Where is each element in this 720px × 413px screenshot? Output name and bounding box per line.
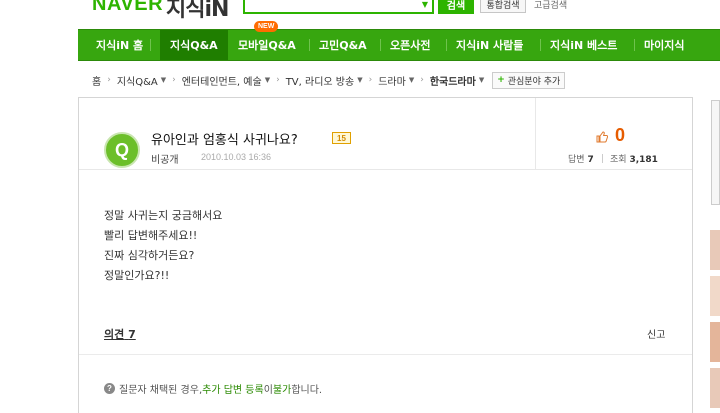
body-line: 정말 사귀는지 궁금해서요 (104, 209, 223, 222)
naver-logo[interactable]: NAVER (92, 0, 163, 16)
side-ad-image[interactable] (710, 230, 720, 413)
add-interest-button[interactable]: + 관심분야 추가 (492, 71, 566, 89)
question-header: Q 유아인과 엄홍식 사귀나요? 15 비공개 2010.10.03 16:36… (79, 98, 692, 170)
nav-item-people[interactable]: 지식iN 사람들 (456, 30, 523, 60)
author-name: 비공개 (151, 155, 179, 166)
main-nav: 지식iN 홈 지식Q&A 모바일Q&A 고민Q&A 오픈사전 지식iN 사람들 … (78, 29, 720, 61)
caret-down-icon: ▼ (160, 76, 167, 84)
answers-label: 답변 (568, 155, 585, 165)
views-label: 조회 (610, 155, 627, 165)
new-badge: NEW (254, 21, 279, 32)
question-q-avatar: Q (104, 132, 140, 168)
adoption-notice: ? 질문자 채택된 경우, 추가 답변 등록 이 불가 합니다. (104, 381, 322, 396)
caret-down-icon: ▼ (357, 76, 363, 84)
question-body: 정말 사귀는지 궁금해서요 빨리 답변해주세요!! 진짜 심각하거든요? 정말인… (104, 206, 222, 286)
post-date: 2010.10.03 16:36 (201, 152, 272, 162)
nav-separator (309, 39, 310, 51)
nav-item-open-dictionary[interactable]: 오픈사전 (390, 30, 430, 60)
jisik-in-logo[interactable]: 지식iN (166, 0, 229, 23)
comments-count: 7 (128, 328, 136, 341)
nav-item-qna[interactable]: 지식Q&A (160, 30, 228, 60)
chevron-down-icon[interactable]: ▼ (418, 0, 434, 14)
breadcrumb-separator: › (172, 75, 176, 85)
breadcrumb-label: 드라마 (378, 76, 406, 88)
notice-emphasis: 불가 (272, 385, 292, 396)
thumb-up-icon[interactable] (596, 131, 608, 143)
body-line: 진짜 심각하거든요? (104, 249, 195, 262)
breadcrumb-korean-drama[interactable]: 한국드라마 ▼ (430, 73, 484, 88)
breadcrumb-drama[interactable]: 드라마 ▼ (378, 73, 414, 88)
breadcrumb-separator: › (368, 75, 373, 85)
notice-text: 이 (263, 385, 273, 396)
nav-separator (380, 39, 381, 51)
integrated-search-button[interactable]: 통합검색 (480, 0, 526, 13)
answers-count: 7 (587, 155, 594, 165)
breadcrumb-tv-radio[interactable]: TV, 라디오 방송 ▼ (286, 73, 363, 88)
nav-item-gomin-qna[interactable]: 고민Q&A (319, 30, 367, 60)
nav-item-best[interactable]: 지식iN 베스트 (550, 30, 617, 60)
nav-separator (150, 39, 151, 51)
body-line: 빨리 답변해주세요!! (104, 229, 198, 242)
question-card: Q 유아인과 엄홍식 사귀나요? 15 비공개 2010.10.03 16:36… (78, 97, 693, 413)
breadcrumb-separator: › (276, 75, 280, 85)
breadcrumb-label: 지식Q&A (116, 76, 158, 88)
nav-separator (634, 39, 635, 51)
breadcrumb-separator: › (107, 75, 111, 85)
breadcrumb-label: 한국드라마 (429, 76, 476, 88)
stats-panel: 0 답변 7 조회 3,181 (535, 98, 693, 170)
top-search-bar: NAVER 지식iN ▼ 검색 통합검색 고급검색 (0, 0, 720, 24)
advanced-search-link[interactable]: 고급검색 (534, 0, 567, 11)
breadcrumb-label: 홈 (92, 76, 102, 88)
nav-item-my-jisik[interactable]: 마이지식 (644, 30, 684, 60)
caret-down-icon: ▼ (264, 76, 271, 84)
notice-text: 질문자 채택된 경우, (119, 385, 203, 396)
question-title: 유아인과 엄홍식 사귀나요? (151, 133, 298, 148)
info-circle-icon: ? (104, 383, 115, 394)
stat-divider (602, 154, 603, 163)
divider (79, 354, 692, 355)
like-count: 0 (615, 125, 626, 145)
point-badge: 15 (332, 132, 351, 144)
views-count: 3,181 (629, 155, 658, 165)
search-button[interactable]: 검색 (438, 0, 474, 14)
breadcrumb-label: 엔터테인먼트, 예술 (181, 76, 262, 88)
breadcrumb-entertainment[interactable]: 엔터테인먼트, 예술 ▼ (182, 73, 270, 88)
side-panel-edge (711, 100, 720, 205)
breadcrumb-qna[interactable]: 지식Q&A ▼ (117, 73, 166, 88)
search-input[interactable] (243, 0, 418, 14)
nav-item-home[interactable]: 지식iN 홈 (96, 30, 143, 60)
breadcrumb: 홈 › 지식Q&A ▼ › 엔터테인먼트, 예술 ▼ › TV, 라디오 방송 ▼ ›… (92, 71, 566, 89)
caret-down-icon: ▼ (478, 76, 485, 84)
comments-label: 의견 (104, 328, 125, 341)
nav-item-mobile-qna[interactable]: 모바일Q&A (238, 30, 296, 60)
plus-icon: + (497, 75, 505, 85)
breadcrumb-home[interactable]: 홈 (92, 73, 101, 88)
breadcrumb-label: TV, 라디오 방송 (285, 76, 355, 88)
nav-separator (446, 39, 447, 51)
body-line: 정말인가요?!! (104, 269, 170, 282)
comments-link[interactable]: 의견 7 (104, 326, 136, 342)
notice-text: 합니다. (291, 385, 323, 396)
report-link[interactable]: 신고 (647, 326, 665, 341)
add-interest-label: 관심분야 추가 (507, 76, 561, 87)
breadcrumb-separator: › (420, 75, 424, 85)
answers-stat: 답변 7 (568, 152, 594, 165)
caret-down-icon: ▼ (408, 76, 415, 84)
views-stat: 조회 3,181 (610, 152, 658, 165)
notice-emphasis: 추가 답변 등록 (202, 385, 264, 396)
nav-separator (540, 39, 541, 51)
